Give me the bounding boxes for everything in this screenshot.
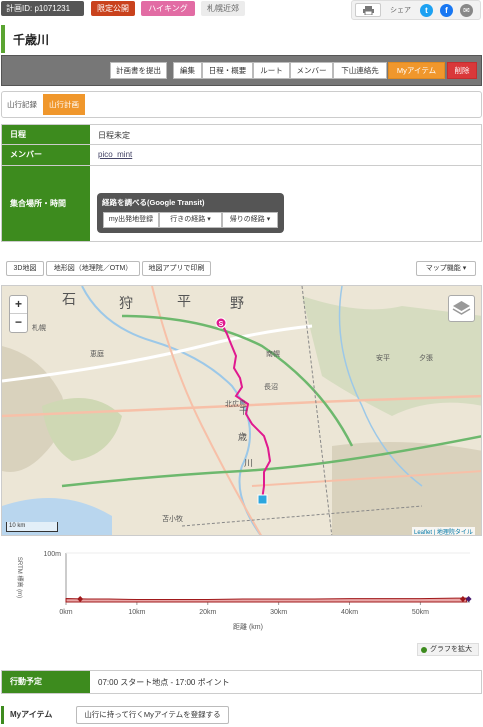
layers-button[interactable] — [448, 295, 475, 322]
outbound-route-dropdown[interactable]: 行きの経路 ▾ — [159, 212, 222, 228]
svg-text:川: 川 — [244, 458, 253, 468]
member-label: メンバー — [2, 145, 90, 165]
member-row: メンバー pico_mint — [2, 145, 481, 166]
svg-text:安平: 安平 — [376, 353, 390, 362]
page-title-row: 千歳川 — [1, 25, 482, 53]
map-scale: 10 km — [6, 522, 58, 532]
edit-button[interactable]: 編集 — [173, 62, 202, 79]
myitem-label: Myアイテム — [1, 706, 52, 724]
delete-button[interactable]: 削除 — [447, 62, 477, 79]
member-link[interactable]: pico_mint — [98, 150, 132, 159]
plan-id-badge: 計画ID: p1071231 — [1, 1, 84, 16]
x-tick-label: 30km — [270, 609, 287, 616]
area-badge[interactable]: 札幌近郊 — [201, 1, 245, 16]
x-tick-label: 40km — [341, 609, 358, 616]
share-label: シェア — [390, 7, 411, 14]
svg-text:歳: 歳 — [238, 431, 247, 442]
x-tick-label: 0km — [59, 609, 72, 616]
map-print-button[interactable]: 地図アプリで印刷 — [142, 261, 211, 276]
printer-icon — [363, 6, 374, 15]
tab-bar: 山行記録 山行計画 — [1, 91, 482, 118]
schedule-row: 日程 日程未定 — [2, 125, 481, 145]
svg-text:夕張: 夕張 — [419, 353, 433, 362]
zoom-in-button[interactable]: + — [10, 296, 27, 314]
activity-badge[interactable]: ハイキング — [141, 1, 195, 16]
twitter-icon[interactable]: t — [420, 4, 433, 17]
x-tick-label: 50km — [412, 609, 429, 616]
tab-plans[interactable]: 山行計画 — [43, 94, 85, 115]
print-button[interactable] — [355, 3, 381, 17]
elevation-chart: 100m SRTM 標高 (m) 0km 10km 20km 30km 40km 50km 距離… — [8, 545, 478, 635]
elevation-area — [65, 597, 467, 603]
expand-icon — [421, 647, 427, 653]
schedule-value: 日程未定 — [98, 131, 130, 140]
svg-text:長沼: 長沼 — [264, 382, 278, 391]
elevation-chart-svg: 100m SRTM 標高 (m) 0km 10km 20km 30km 40km 50km 距離… — [16, 551, 472, 631]
register-origin-button[interactable]: my出発地登録 — [103, 212, 159, 228]
mail-icon[interactable]: ✉ — [460, 4, 473, 17]
goal-marker[interactable] — [257, 494, 268, 505]
visibility-badge: 限定公開 — [91, 1, 135, 16]
share-box: シェア t f ✉ — [351, 0, 481, 20]
svg-text:苫小牧: 苫小牧 — [162, 514, 183, 523]
y-axis-label: SRTM 標高 (m) — [16, 557, 24, 598]
descent-contact-button[interactable]: 下山連絡先 — [333, 62, 387, 79]
y-tick-label: 100m — [43, 551, 61, 558]
expand-graph-button[interactable]: グラフを拡大 — [417, 643, 479, 656]
facebook-icon[interactable]: f — [440, 4, 453, 17]
start-marker-label: S — [219, 321, 224, 328]
submit-plan-button[interactable]: 計画書を提出 — [110, 62, 167, 79]
tab-records[interactable]: 山行記録 — [4, 94, 40, 115]
register-myitem-button[interactable]: 山行に持って行くMyアイテムを登録する — [76, 706, 229, 724]
x-tick-label: 10km — [128, 609, 145, 616]
return-route-dropdown[interactable]: 帰りの経路 ▾ — [222, 212, 278, 228]
route-map[interactable]: S 石 狩 平 野 千 歳 川 長沼 南幌 恵庭 北広島 札幌 安平 夕張 苫小… — [1, 285, 482, 536]
schedule-button[interactable]: 日程・概要 — [202, 62, 253, 79]
x-tick-label: 20km — [199, 609, 216, 616]
svg-text:平: 平 — [177, 293, 191, 309]
myitem-button[interactable]: Myアイテム — [388, 62, 445, 79]
action-toolbar: 計画書を提出 編集 日程・概要 ルート メンバー 下山連絡先 Myアイテム 削除 — [1, 55, 482, 86]
svg-text:野: 野 — [230, 295, 244, 311]
svg-text:北広島: 北広島 — [225, 399, 246, 408]
transit-title: 経路を調べる(Google Transit) — [102, 198, 205, 207]
expand-graph-label: グラフを拡大 — [430, 646, 472, 653]
svg-text:南幌: 南幌 — [266, 349, 280, 358]
zoom-out-button[interactable]: − — [10, 314, 27, 332]
map-3d-button[interactable]: 3D地図 — [6, 261, 44, 276]
x-axis-label: 距離 (km) — [233, 622, 263, 631]
map-attribution[interactable]: Leaflet | 地理院タイル — [412, 527, 475, 535]
action-plan-label: 行動予定 — [2, 671, 90, 693]
svg-text:石: 石 — [62, 291, 76, 307]
svg-text:札幌: 札幌 — [32, 323, 46, 332]
svg-text:狩: 狩 — [119, 295, 133, 311]
svg-text:恵庭: 恵庭 — [90, 349, 104, 358]
transit-panel: 経路を調べる(Google Transit) my出発地登録 行きの経路 ▾ 帰… — [97, 193, 284, 233]
zoom-control: + − — [9, 295, 28, 333]
route-button[interactable]: ルート — [253, 62, 290, 79]
map-functions-dropdown[interactable]: マップ機能 ▾ — [416, 261, 476, 276]
page-title: 千歳川 — [13, 33, 50, 47]
myitem-row: Myアイテム 山行に持って行くMyアイテムを登録する — [1, 703, 482, 727]
meeting-label: 集合場所・時間 — [2, 166, 90, 241]
map-topo-button[interactable]: 地形図（地理院／OTM） — [46, 261, 140, 276]
map-tiles: S 石 狩 平 野 千 歳 川 長沼 南幌 恵庭 北広島 札幌 安平 夕張 苫小… — [2, 286, 481, 535]
action-plan-row: 行動予定 07:00 スタート地点 - 17:00 ポイント — [1, 670, 482, 694]
layers-icon — [452, 301, 471, 315]
action-plan-value: 07:00 スタート地点 - 17:00 ポイント — [98, 678, 230, 687]
map-toolbar: 3D地図 地形図（地理院／OTM） 地図アプリで印刷 マップ機能 ▾ — [6, 261, 478, 278]
schedule-label: 日程 — [2, 125, 90, 144]
member-button[interactable]: メンバー — [290, 62, 333, 79]
